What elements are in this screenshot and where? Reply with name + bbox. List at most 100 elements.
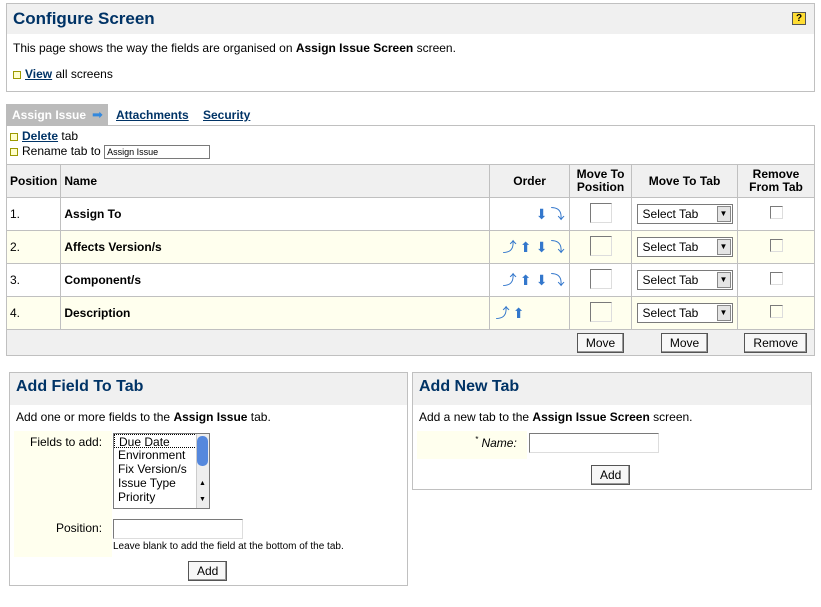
order-controls: ⬇ ⤵ bbox=[489, 197, 571, 231]
move-to-tab-select[interactable]: Select Tab ▼ bbox=[636, 204, 733, 224]
header-position: Position bbox=[5, 164, 62, 198]
add-field-button[interactable]: Add bbox=[188, 561, 228, 581]
chevron-down-icon: ▼ bbox=[716, 305, 731, 321]
bullet-icon bbox=[10, 147, 18, 156]
remove-button[interactable]: Remove bbox=[744, 332, 808, 353]
table-header-row: Position Name Order Move To Position Mov… bbox=[5, 164, 815, 198]
move-to-tab-select[interactable]: Select Tab ▼ bbox=[636, 270, 733, 290]
rename-tab-input[interactable] bbox=[104, 145, 211, 159]
add-tab-description: Add a new tab to the Assign Issue Screen… bbox=[419, 410, 693, 424]
tab-security[interactable]: Security bbox=[203, 108, 250, 122]
move-to-last-icon[interactable]: ⤵ bbox=[550, 240, 565, 254]
move-to-position-input[interactable] bbox=[589, 235, 612, 256]
tab-name-input[interactable] bbox=[529, 433, 659, 453]
table-row: 2. Affects Version/s ⤴ ⬆ ⬇ ⤵ Select Tab ▼ bbox=[5, 230, 815, 264]
move-down-icon[interactable]: ⬇ bbox=[534, 207, 549, 221]
list-item[interactable]: Environment bbox=[114, 448, 209, 462]
move-down-icon[interactable]: ⬇ bbox=[534, 240, 549, 254]
chevron-down-icon: ▼ bbox=[716, 272, 731, 288]
header-name: Name bbox=[60, 164, 491, 198]
move-to-first-icon[interactable]: ⤴ bbox=[495, 306, 510, 320]
order-controls: ⤴ ⬆ ⬇ ⤵ bbox=[489, 230, 571, 264]
move-to-first-icon[interactable]: ⤴ bbox=[502, 240, 517, 254]
view-all-screens-link[interactable]: View bbox=[25, 67, 52, 81]
table-row: 1. Assign To ⬇ ⤵ Select Tab ▼ bbox=[5, 197, 815, 231]
rename-tab-label: Rename tab to bbox=[22, 144, 101, 158]
table-footer-row: Move Move Remove bbox=[6, 329, 815, 356]
add-field-panel: Add Field To Tab Add one or more fields … bbox=[9, 372, 408, 586]
position-label: Position: bbox=[56, 521, 103, 535]
tab-name-label: * Name: bbox=[475, 435, 517, 450]
position-input[interactable] bbox=[113, 519, 243, 539]
remove-checkbox[interactable] bbox=[769, 206, 783, 219]
delete-tab-line: Delete tab bbox=[10, 129, 78, 143]
scroll-down-icon[interactable]: ▼ bbox=[197, 494, 208, 506]
page-title-bar: Configure Screen ? bbox=[7, 4, 814, 34]
row-field-name: Description bbox=[60, 296, 491, 330]
scrollbar-thumb[interactable] bbox=[197, 436, 208, 466]
move-to-tab-select[interactable]: Select Tab ▼ bbox=[636, 237, 733, 257]
row-position: 2. bbox=[5, 230, 62, 264]
move-to-position-input[interactable] bbox=[589, 202, 612, 223]
list-item[interactable]: Priority bbox=[114, 490, 209, 504]
row-field-name: Affects Version/s bbox=[60, 230, 491, 264]
delete-tab-link[interactable]: Delete bbox=[22, 129, 58, 143]
header-move-to-tab: Move To Tab bbox=[631, 164, 739, 198]
view-all-screens-line: View all screens bbox=[13, 67, 113, 81]
move-to-position-input[interactable] bbox=[589, 268, 612, 289]
rename-tab-line: Rename tab to bbox=[10, 144, 211, 159]
row-position: 4. bbox=[5, 296, 62, 330]
listbox-scrollbar[interactable]: ▲ ▼ bbox=[196, 434, 209, 508]
chevron-down-icon: ▼ bbox=[716, 206, 731, 222]
move-down-icon[interactable]: ⬇ bbox=[534, 273, 549, 287]
add-tab-title: Add New Tab bbox=[413, 373, 811, 405]
move-tab-button[interactable]: Move bbox=[660, 332, 709, 353]
position-hint: Leave blank to add the field at the bott… bbox=[113, 541, 344, 552]
move-up-icon[interactable]: ⬆ bbox=[511, 306, 526, 320]
fields-table: Position Name Order Move To Position Mov… bbox=[5, 164, 815, 356]
header-order: Order bbox=[489, 164, 571, 198]
move-to-tab-select[interactable]: Select Tab ▼ bbox=[636, 303, 733, 323]
header-move-to-position: Move To Position bbox=[569, 164, 633, 198]
remove-checkbox[interactable] bbox=[769, 305, 783, 318]
move-to-first-icon[interactable]: ⤴ bbox=[502, 273, 517, 287]
list-item[interactable]: Due Date bbox=[114, 434, 209, 449]
move-to-last-icon[interactable]: ⤵ bbox=[550, 273, 565, 287]
bullet-icon bbox=[10, 132, 18, 141]
header-panel: Configure Screen ? This page shows the w… bbox=[6, 3, 815, 92]
move-to-position-input[interactable] bbox=[589, 301, 612, 322]
required-mark: * bbox=[475, 435, 479, 444]
tab-attachments[interactable]: Attachments bbox=[116, 108, 189, 122]
fields-to-add-listbox[interactable]: Due Date Environment Fix Version/s Issue… bbox=[113, 433, 210, 509]
order-controls: ⤴ ⬆ bbox=[489, 296, 571, 330]
move-up-icon[interactable]: ⬆ bbox=[518, 273, 533, 287]
row-position: 3. bbox=[5, 263, 62, 297]
scroll-up-icon[interactable]: ▲ bbox=[197, 478, 208, 490]
table-row: 4. Description ⤴ ⬆ Select Tab ▼ bbox=[5, 296, 815, 330]
help-icon[interactable]: ? bbox=[792, 12, 806, 25]
remove-checkbox[interactable] bbox=[769, 239, 783, 252]
row-field-name: Component/s bbox=[60, 263, 491, 297]
header-remove-from-tab: Remove From Tab bbox=[737, 164, 815, 198]
order-controls: ⤴ ⬆ ⬇ ⤵ bbox=[489, 263, 571, 297]
add-tab-button[interactable]: Add bbox=[591, 465, 631, 485]
page-title: Configure Screen bbox=[13, 9, 155, 28]
remove-checkbox[interactable] bbox=[769, 272, 783, 285]
table-row: 3. Component/s ⤴ ⬆ ⬇ ⤵ Select Tab ▼ bbox=[5, 263, 815, 297]
add-field-description: Add one or more fields to the Assign Iss… bbox=[16, 410, 271, 424]
list-item[interactable]: Fix Version/s bbox=[114, 462, 209, 476]
move-up-icon[interactable]: ⬆ bbox=[518, 240, 533, 254]
screen-tabs: Assign Issue ➡ Attachments Security bbox=[6, 104, 815, 126]
move-to-last-icon[interactable]: ⤵ bbox=[550, 207, 565, 221]
row-field-name: Assign To bbox=[60, 197, 491, 231]
tab-operations: Delete tab Rename tab to bbox=[6, 126, 815, 164]
page-description: This page shows the way the fields are o… bbox=[13, 41, 456, 55]
add-tab-panel: Add New Tab Add a new tab to the Assign … bbox=[412, 372, 812, 490]
add-field-title: Add Field To Tab bbox=[10, 373, 407, 405]
row-position: 1. bbox=[5, 197, 62, 231]
move-position-button[interactable]: Move bbox=[576, 332, 625, 353]
screen-name: Assign Issue Screen bbox=[295, 41, 414, 55]
arrow-right-icon: ➡ bbox=[92, 107, 103, 122]
fields-to-add-label: Fields to add: bbox=[30, 435, 103, 449]
list-item[interactable]: Issue Type bbox=[114, 476, 209, 490]
